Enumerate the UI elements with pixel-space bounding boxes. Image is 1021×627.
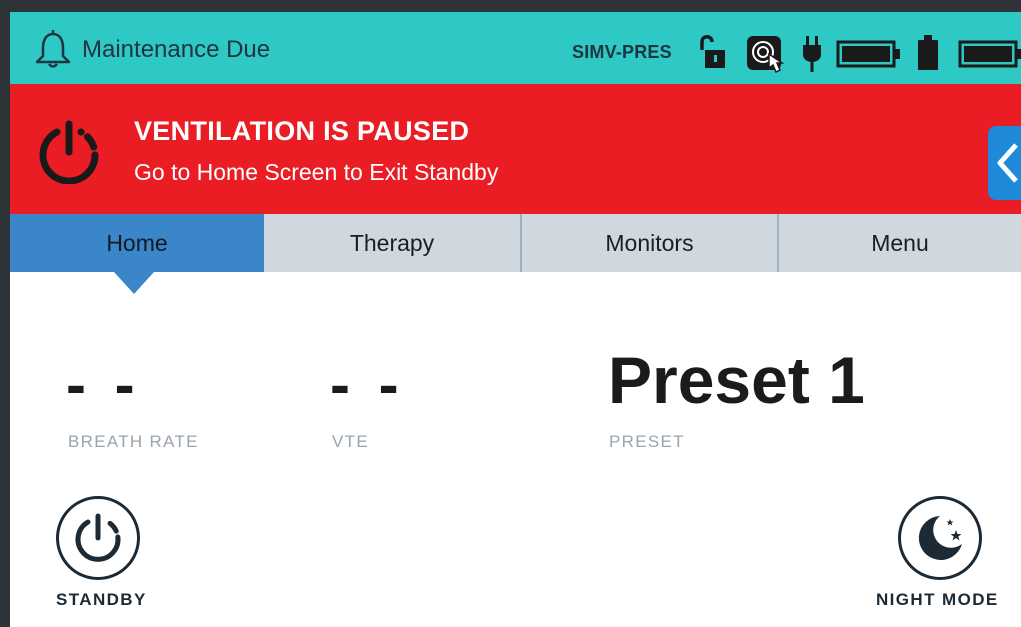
power-icon xyxy=(75,513,121,562)
main-tabs: Home Therapy Monitors Menu xyxy=(10,214,1021,272)
tab-menu[interactable]: Menu xyxy=(777,214,1021,272)
device-frame-top xyxy=(0,0,1021,12)
bell-icon[interactable] xyxy=(32,26,74,70)
tab-therapy[interactable]: Therapy xyxy=(264,214,520,272)
device-frame-left xyxy=(0,0,10,627)
ventilation-mode: SIMV-PRES xyxy=(572,42,672,62)
breath-rate-value: - - xyxy=(66,351,141,418)
standby-label: STANDBY xyxy=(56,590,147,609)
preset-label: PRESET xyxy=(609,432,685,451)
preset-value[interactable]: Preset 1 xyxy=(608,342,865,418)
tab-monitors[interactable]: Monitors xyxy=(520,214,777,272)
breath-rate-label: BREATH RATE xyxy=(68,432,199,451)
vte-value: - - xyxy=(330,351,405,418)
touch-lock-icon[interactable] xyxy=(745,34,789,76)
moon-stars-icon xyxy=(918,516,962,560)
vte-label: VTE xyxy=(332,432,369,451)
night-mode-button[interactable] xyxy=(898,496,982,580)
ac-power-icon xyxy=(803,36,821,72)
alarm-banner[interactable]: VENTILATION IS PAUSED Go to Home Screen … xyxy=(10,84,1021,214)
banner-collapse-button[interactable] xyxy=(988,126,1021,200)
tab-home[interactable]: Home xyxy=(10,214,264,272)
status-message[interactable]: Maintenance Due xyxy=(82,36,270,64)
chevron-left-icon xyxy=(997,143,1018,183)
status-bar: Maintenance Due SIMV-PRES xyxy=(10,12,1021,84)
unlock-icon[interactable] xyxy=(696,32,728,72)
power-icon xyxy=(39,120,99,184)
night-mode-label: NIGHT MODE xyxy=(876,590,999,609)
battery-small-icon xyxy=(918,35,938,70)
battery-full-icon-2 xyxy=(958,40,1021,68)
active-tab-pointer xyxy=(114,272,154,294)
alarm-title: VENTILATION IS PAUSED xyxy=(134,116,470,146)
standby-button[interactable] xyxy=(56,496,140,580)
battery-full-icon xyxy=(836,40,900,68)
alarm-subtitle: Go to Home Screen to Exit Standby xyxy=(134,159,499,185)
